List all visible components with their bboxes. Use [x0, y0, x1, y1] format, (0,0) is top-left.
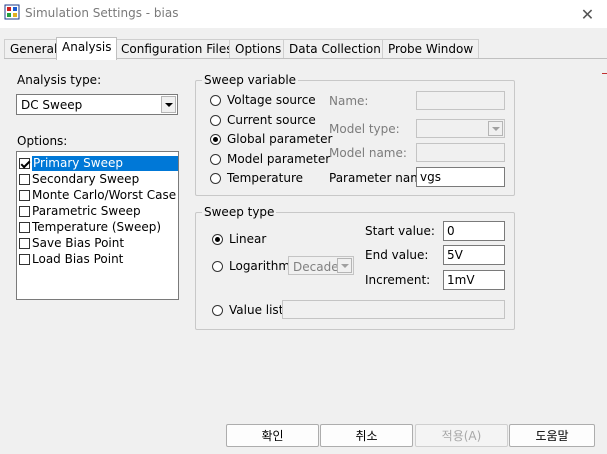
name-label: Name: — [329, 94, 369, 108]
tab-analysis[interactable]: Analysis — [56, 37, 118, 60]
radio-dot[interactable] — [212, 304, 223, 316]
tab-data-collection[interactable]: Data Collection — [283, 39, 387, 59]
model-type-select[interactable] — [416, 119, 505, 138]
radio-temperature[interactable]: Temperature — [210, 171, 303, 185]
radio-dot[interactable] — [212, 260, 223, 272]
model-name-field[interactable] — [416, 143, 505, 162]
end-value-label: End value: — [365, 248, 429, 262]
increment-field[interactable]: 1mV — [443, 270, 505, 290]
option-load-bias-point[interactable]: Load Bias Point — [19, 251, 178, 267]
increment-label: Increment: — [365, 273, 431, 287]
analysis-type-value: DC Sweep — [21, 98, 83, 112]
checkbox-temperature-sweep[interactable] — [19, 221, 30, 233]
chevron-down-icon[interactable] — [161, 96, 176, 113]
model-name-label: Model name: — [329, 146, 407, 160]
radio-current-source[interactable]: Current source — [210, 113, 316, 127]
radio-dot[interactable] — [210, 114, 221, 126]
tab-configuration-files[interactable]: Configuration Files — [115, 39, 239, 59]
radio-label: Value list — [229, 303, 284, 317]
radio-label: Voltage source — [227, 93, 316, 107]
checkbox-secondary-sweep[interactable] — [19, 173, 30, 185]
parameter-name-field[interactable]: vgs — [416, 167, 505, 187]
chevron-down-icon[interactable] — [488, 121, 503, 136]
radio-label: Global parameter — [227, 132, 333, 146]
options-label: Options: — [17, 134, 68, 148]
log-scale-select[interactable]: Decade — [288, 256, 354, 275]
option-label: Parametric Sweep — [32, 203, 141, 218]
start-value-label: Start value: — [365, 224, 435, 238]
tab-probe-window[interactable]: Probe Window — [382, 39, 480, 59]
radio-logarithmic[interactable]: Logarithmic — [212, 259, 300, 273]
option-temperature-sweep[interactable]: Temperature (Sweep) — [19, 219, 178, 235]
app-icon — [4, 4, 20, 20]
tab-strip: General Analysis Configuration Files Opt… — [4, 37, 604, 60]
radio-label: Model parameter — [227, 152, 331, 166]
simulation-settings-window: Simulation Settings - bias ✕ General Ana… — [0, 0, 607, 454]
radio-dot[interactable] — [210, 133, 221, 145]
radio-label: Temperature — [227, 171, 304, 185]
option-primary-sweep[interactable]: Primary Sweep — [19, 155, 178, 171]
radio-dot[interactable] — [212, 233, 223, 245]
radio-dot[interactable] — [210, 94, 221, 106]
radio-voltage-source[interactable]: Voltage source — [210, 93, 316, 107]
window-title: Simulation Settings - bias — [25, 6, 179, 20]
option-label: Save Bias Point — [32, 235, 125, 250]
cancel-button[interactable]: 취소 — [320, 424, 413, 447]
sweep-type-title: Sweep type — [202, 205, 277, 219]
start-value-field[interactable]: 0 — [443, 221, 505, 241]
radio-label: Linear — [229, 232, 267, 246]
ok-button[interactable]: 확인 — [226, 424, 319, 447]
radio-dot[interactable] — [210, 153, 221, 165]
title-bar[interactable]: Simulation Settings - bias ✕ — [0, 0, 607, 28]
edge-marker — [602, 73, 607, 74]
log-scale-value: Decade — [293, 260, 339, 274]
checkbox-save-bias-point[interactable] — [19, 237, 30, 249]
checkbox-monte-carlo[interactable] — [19, 189, 30, 201]
options-listbox[interactable]: Primary Sweep Secondary Sweep Monte Carl… — [16, 151, 179, 300]
name-field[interactable] — [416, 91, 505, 110]
help-button[interactable]: 도움말 — [509, 424, 595, 447]
sweep-variable-title: Sweep variable — [202, 73, 299, 87]
option-monte-carlo[interactable]: Monte Carlo/Worst Case — [19, 187, 178, 203]
tab-options[interactable]: Options — [229, 39, 288, 59]
option-label: Primary Sweep — [32, 155, 178, 171]
radio-linear[interactable]: Linear — [212, 232, 266, 246]
option-save-bias-point[interactable]: Save Bias Point — [19, 235, 178, 251]
checkbox-primary-sweep[interactable] — [19, 157, 30, 169]
option-label: Temperature (Sweep) — [32, 219, 162, 234]
radio-model-parameter[interactable]: Model parameter — [210, 152, 330, 166]
option-parametric-sweep[interactable]: Parametric Sweep — [19, 203, 178, 219]
checkbox-load-bias-point[interactable] — [19, 253, 30, 265]
option-label: Monte Carlo/Worst Case — [32, 187, 177, 202]
analysis-type-label: Analysis type: — [17, 73, 102, 87]
option-label: Secondary Sweep — [32, 171, 140, 186]
option-label: Load Bias Point — [32, 251, 124, 266]
tab-general[interactable]: General — [4, 39, 64, 59]
radio-value-list[interactable]: Value list — [212, 303, 283, 317]
radio-global-parameter[interactable]: Global parameter — [210, 132, 332, 146]
option-secondary-sweep[interactable]: Secondary Sweep — [19, 171, 178, 187]
apply-button[interactable]: 적용(A) — [415, 424, 508, 447]
radio-label: Current source — [227, 113, 316, 127]
chevron-down-icon[interactable] — [337, 258, 352, 273]
checkbox-parametric-sweep[interactable] — [19, 205, 30, 217]
model-type-label: Model type: — [329, 122, 400, 136]
analysis-type-select[interactable]: DC Sweep — [16, 94, 178, 115]
end-value-field[interactable]: 5V — [443, 245, 505, 265]
close-icon[interactable]: ✕ — [568, 0, 607, 28]
radio-dot[interactable] — [210, 172, 221, 184]
value-list-field[interactable] — [282, 300, 505, 319]
